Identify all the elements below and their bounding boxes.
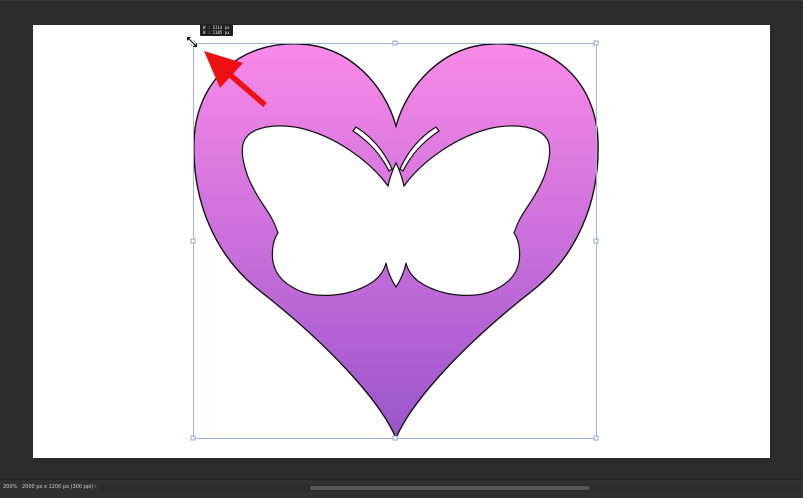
resize-cursor-icon	[186, 36, 198, 48]
zoom-level[interactable]: 200%	[3, 484, 17, 490]
workspace: W : 1114 px H : 1105 px 200% 2000 px x 1…	[0, 0, 803, 498]
document-info: 2000 px x 1200 px (300 ppi)	[22, 484, 94, 490]
artwork-layer[interactable]	[0, 1, 803, 497]
handle-top-middle[interactable]	[392, 40, 398, 46]
handle-middle-left[interactable]	[190, 238, 196, 244]
handle-middle-right[interactable]	[593, 238, 599, 244]
heart-shape[interactable]	[193, 43, 599, 438]
transform-size-tooltip: W : 1114 px H : 1105 px	[200, 24, 233, 36]
status-bar: 200% 2000 px x 1200 px (300 ppi) ›	[0, 479, 803, 498]
horizontal-scrollbar[interactable]	[100, 485, 800, 491]
handle-bottom-left[interactable]	[190, 435, 196, 441]
horizontal-scroll-thumb[interactable]	[310, 486, 590, 490]
handle-bottom-right[interactable]	[593, 435, 599, 441]
handle-bottom-middle[interactable]	[392, 435, 398, 441]
tooltip-height: H : 1105 px	[203, 30, 230, 35]
handle-top-right[interactable]	[593, 40, 599, 46]
status-menu-arrow-icon[interactable]: ›	[94, 483, 96, 490]
